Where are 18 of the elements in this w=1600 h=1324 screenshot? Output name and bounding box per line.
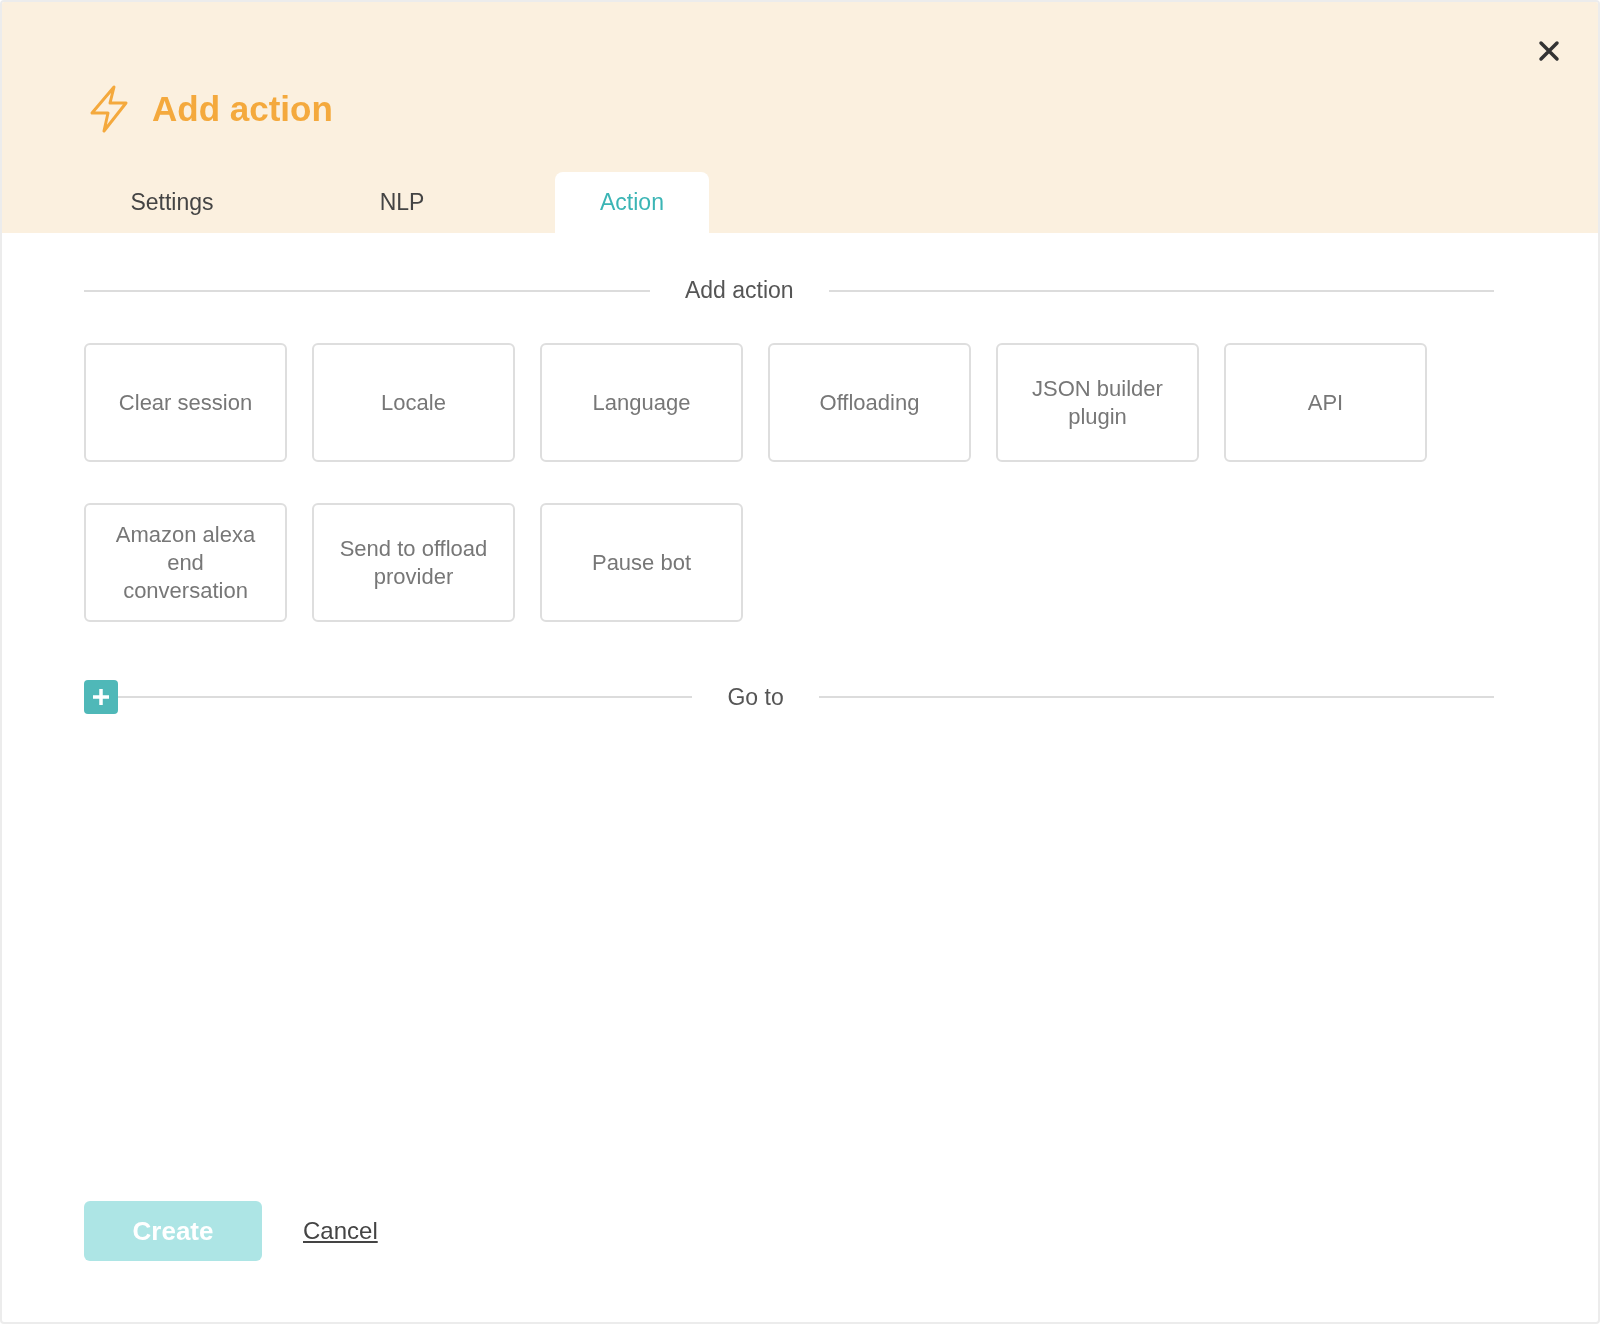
action-option-button[interactable]: Clear session: [84, 343, 287, 462]
tab[interactable]: Action: [555, 172, 709, 233]
tab[interactable]: NLP: [325, 172, 479, 233]
action-option-button[interactable]: Amazon alexa end conversation: [84, 503, 287, 622]
lightning-icon: [88, 85, 130, 133]
action-option-button[interactable]: Pause bot: [540, 503, 743, 622]
action-option-button[interactable]: Locale: [312, 343, 515, 462]
action-option-button[interactable]: API: [1224, 343, 1427, 462]
close-icon[interactable]: [1538, 40, 1560, 62]
action-option-button[interactable]: Offloading: [768, 343, 971, 462]
section-heading: Add action: [683, 277, 795, 304]
tab[interactable]: Settings: [95, 172, 249, 233]
action-option-button[interactable]: Send to offload provider: [312, 503, 515, 622]
action-option-button[interactable]: Language: [540, 343, 743, 462]
dialog-title: Add action: [152, 89, 333, 129]
section-heading: Go to: [726, 683, 785, 711]
action-option-button[interactable]: JSON builder plugin: [996, 343, 1199, 462]
cancel-link[interactable]: Cancel: [303, 1217, 378, 1245]
